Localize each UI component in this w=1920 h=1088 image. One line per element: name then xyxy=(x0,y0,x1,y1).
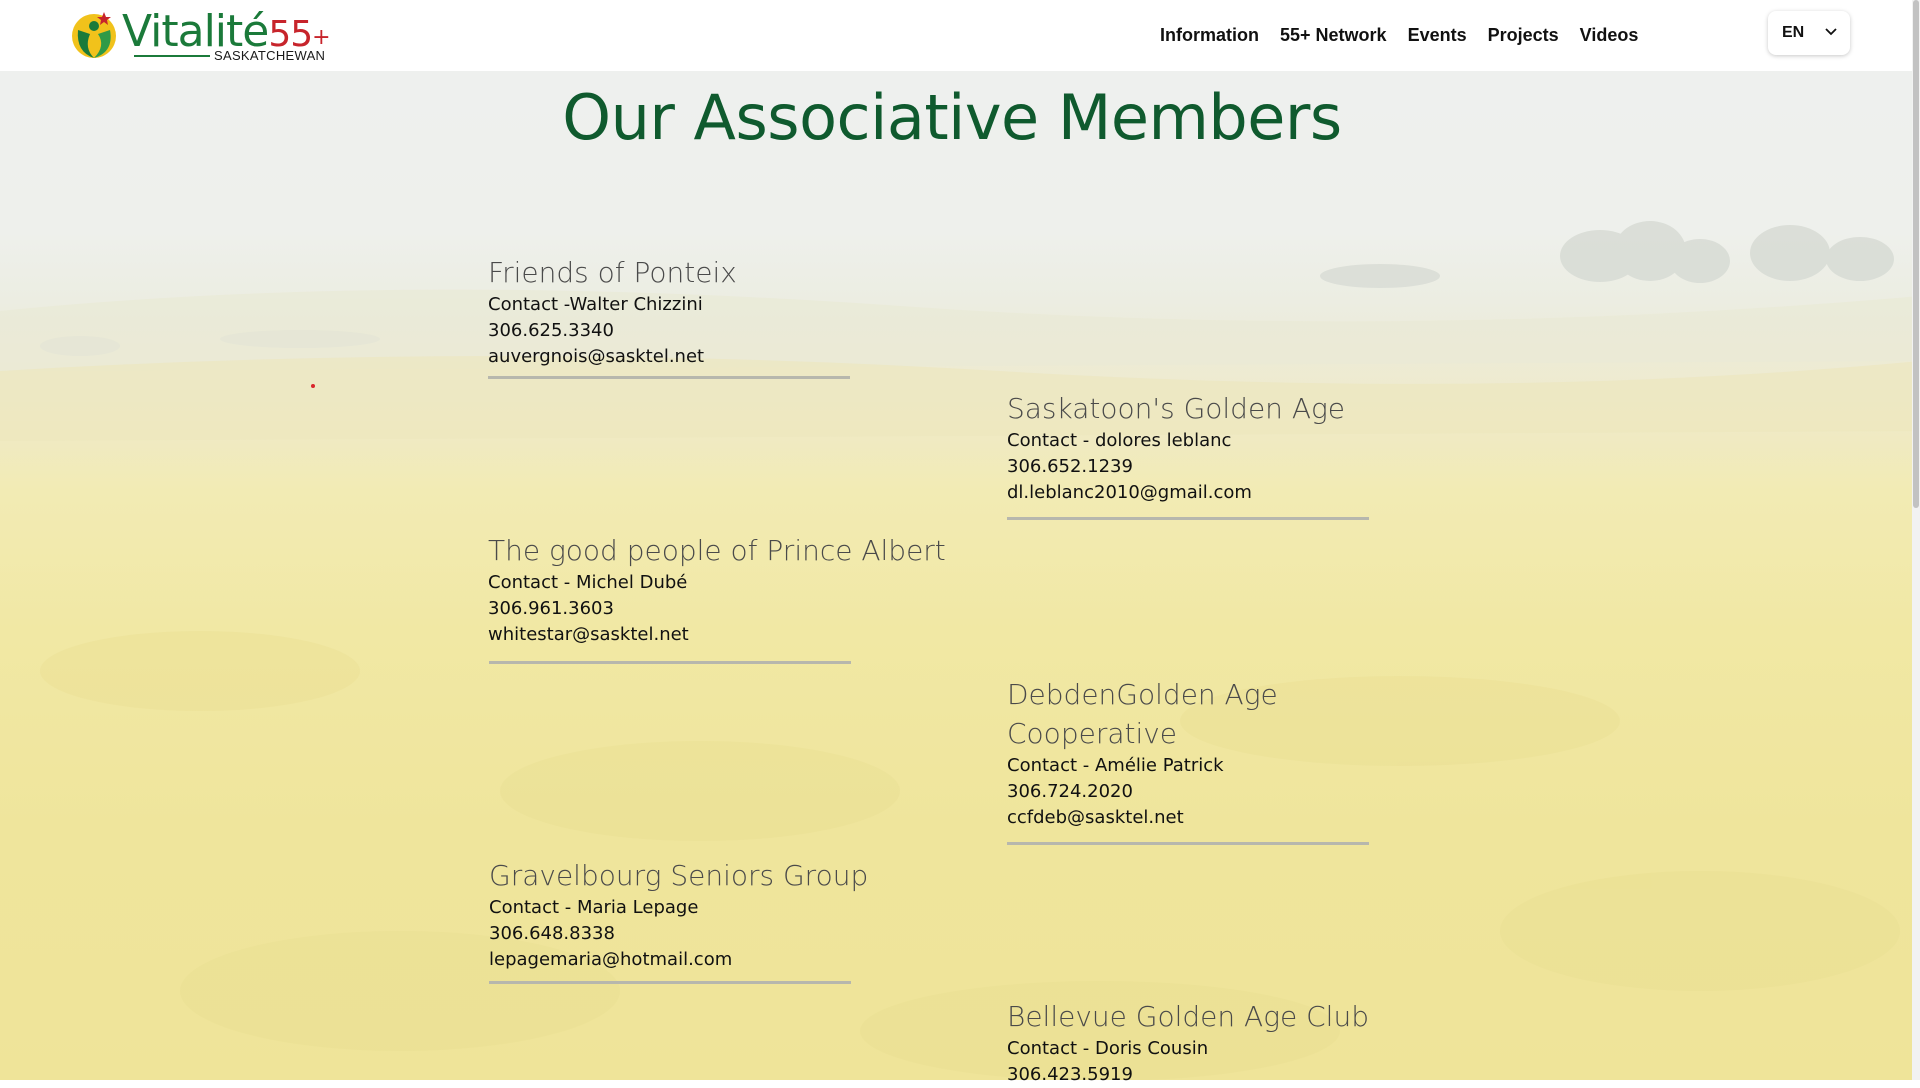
member-divider xyxy=(488,376,850,379)
nav-item-information[interactable]: Information xyxy=(1160,25,1259,46)
member-divider xyxy=(1007,842,1369,845)
vitalite-person-icon xyxy=(72,12,116,58)
logo-underline xyxy=(134,55,210,57)
chevron-down-icon xyxy=(1825,28,1837,36)
member-contact: Contact - dolores leblanc xyxy=(1007,430,1232,451)
main-nav: Information 55+ Network Events Projects … xyxy=(1160,0,1659,71)
background-field-image xyxy=(0,71,1920,1080)
page-title: Our Associative Members xyxy=(562,81,1342,154)
nav-item-events[interactable]: Events xyxy=(1408,25,1467,46)
member-phone[interactable]: 306.961.3603 xyxy=(488,596,948,622)
member-card: DebdenGolden Age Cooperative Contact - A… xyxy=(1007,675,1369,845)
member-phone[interactable]: 306.423.5919 xyxy=(1007,1062,1427,1088)
nav-item-55-network[interactable]: 55+ Network xyxy=(1280,25,1387,46)
member-name: DebdenGolden Age Cooperative xyxy=(1007,678,1278,750)
member-contact: Contact - Amélie Patrick xyxy=(1007,755,1224,776)
member-email[interactable]: lepagemaria@hotmail.com xyxy=(489,947,909,973)
member-divider xyxy=(489,981,851,984)
member-email[interactable]: auvergnois@sasktel.net xyxy=(488,344,908,370)
member-name: Bellevue Golden Age Club xyxy=(1007,1000,1369,1033)
site-logo[interactable]: Vitalité55+ SASKATCHEWAN xyxy=(70,6,331,64)
member-card: Gravelbourg Seniors Group Contact - Mari… xyxy=(489,856,909,984)
language-code: EN xyxy=(1782,24,1805,41)
member-email[interactable]: whitestar@sasktel.net xyxy=(488,622,948,648)
member-phone[interactable]: 306.724.2020 xyxy=(1007,779,1307,805)
page-scrollbar[interactable] xyxy=(1912,0,1920,1080)
member-email[interactable]: ccfdeb@sasktel.net xyxy=(1007,805,1307,831)
member-phone[interactable]: 306.652.1239 xyxy=(1007,454,1427,480)
site-header: Vitalité55+ SASKATCHEWAN Information 55+… xyxy=(0,0,1920,71)
member-email[interactable]: dl.leblanc2010@gmail.com xyxy=(1007,480,1427,506)
member-name: Gravelbourg Seniors Group xyxy=(489,859,869,892)
member-contact: Contact - Maria Lepage xyxy=(489,897,699,918)
member-card: Saskatoon's Golden Age Contact - dolores… xyxy=(1007,389,1427,520)
member-name: Friends of Ponteix xyxy=(488,256,737,289)
member-name: The good people of Prince Albert xyxy=(488,534,946,567)
member-phone[interactable]: 306.625.3340 xyxy=(488,318,908,344)
red-dot-marker xyxy=(311,384,315,388)
member-card: Bellevue Golden Age Club Contact - Doris… xyxy=(1007,997,1427,1088)
member-name: Saskatoon's Golden Age xyxy=(1007,392,1346,425)
nav-item-projects[interactable]: Projects xyxy=(1488,25,1559,46)
member-card: Friends of Ponteix Contact -Walter Chizz… xyxy=(488,253,908,379)
nav-item-videos[interactable]: Videos xyxy=(1580,25,1639,46)
member-card: The good people of Prince Albert Contact… xyxy=(488,531,948,664)
scrollbar-thumb[interactable] xyxy=(1913,0,1919,508)
language-selector[interactable]: EN xyxy=(1768,11,1850,55)
member-contact: Contact -Walter Chizzini xyxy=(488,294,703,315)
member-contact: Contact - Doris Cousin xyxy=(1007,1038,1209,1059)
logo-region: SASKATCHEWAN xyxy=(214,48,326,63)
member-phone[interactable]: 306.648.8338 xyxy=(489,921,909,947)
member-divider xyxy=(489,661,851,664)
member-divider xyxy=(1007,517,1369,520)
member-contact: Contact - Michel Dubé xyxy=(488,572,688,593)
